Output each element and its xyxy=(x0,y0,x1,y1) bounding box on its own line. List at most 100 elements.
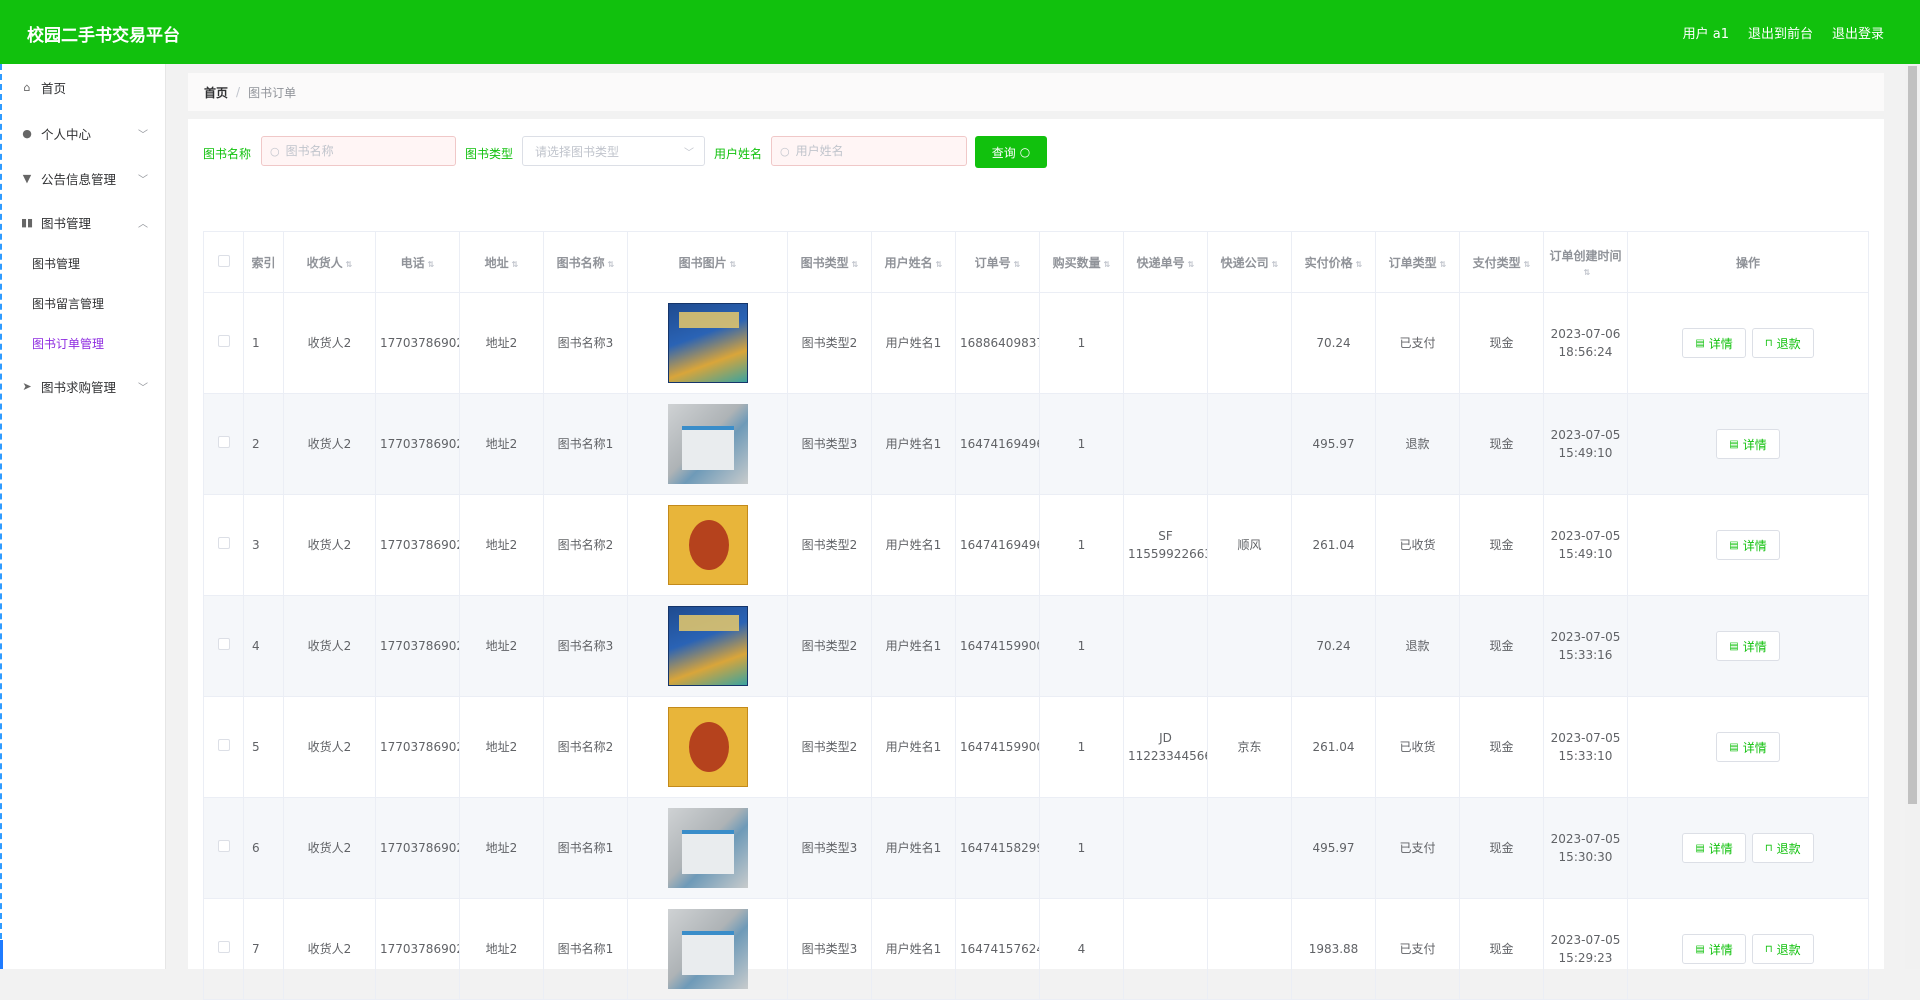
sort-icon[interactable]: ⇅ xyxy=(1524,260,1531,269)
sort-icon[interactable]: ⇅ xyxy=(1014,260,1021,269)
book-cover-image xyxy=(667,404,748,484)
sidebar-subitem-book-orders[interactable]: 图书订单管理 xyxy=(0,330,166,356)
cell-phone: 17703786902 xyxy=(375,696,460,798)
sort-icon[interactable]: ⇅ xyxy=(428,260,435,269)
cell-qty: 1 xyxy=(1039,393,1124,495)
scrollbar-thumb[interactable] xyxy=(1908,66,1917,804)
book-name-input[interactable] xyxy=(283,143,438,159)
cell-index: 7 xyxy=(243,898,284,1000)
row-checkbox[interactable] xyxy=(217,537,230,549)
user-name-search[interactable]: ○ xyxy=(771,136,967,166)
row-checkbox[interactable] xyxy=(217,335,230,347)
book-name-search[interactable]: ○ xyxy=(261,136,456,166)
column-header[interactable]: 电话 ⇅ xyxy=(375,231,460,293)
sort-icon[interactable]: ⇅ xyxy=(852,260,859,269)
detail-button[interactable]: ▤ 详情 xyxy=(1682,934,1746,964)
sort-icon[interactable]: ⇅ xyxy=(1440,260,1447,269)
detail-button[interactable]: ▤ 详情 xyxy=(1716,530,1780,560)
sort-icon[interactable]: ⇅ xyxy=(1104,260,1111,269)
select-all-checkbox[interactable] xyxy=(217,254,230,267)
cell-address: 地址2 xyxy=(459,494,544,596)
cell-address: 地址2 xyxy=(459,393,544,495)
column-header[interactable]: 收货人 ⇅ xyxy=(283,231,376,293)
cell-book-image xyxy=(627,595,788,697)
column-header[interactable]: 图书图片 ⇅ xyxy=(627,231,788,293)
cell-book: 图书名称1 xyxy=(543,898,628,1000)
column-header[interactable]: 订单号 ⇅ xyxy=(955,231,1040,293)
logout-link[interactable]: 退出登录 xyxy=(1832,23,1884,42)
row-checkbox[interactable] xyxy=(217,840,230,852)
back-to-frontend-link[interactable]: 退出到前台 xyxy=(1748,23,1813,42)
sort-icon[interactable]: ⇅ xyxy=(512,260,519,269)
query-button[interactable]: 查询 ○ xyxy=(975,136,1047,168)
cell-book-image xyxy=(627,393,788,495)
detail-button[interactable]: ▤ 详情 xyxy=(1716,732,1780,762)
sidebar-item-home[interactable]: ⌂ 首页 xyxy=(0,72,166,102)
sort-icon[interactable]: ⇅ xyxy=(608,260,615,269)
cell-qty: 1 xyxy=(1039,595,1124,697)
sidebar-subitem-books[interactable]: 图书管理 xyxy=(0,250,166,276)
column-header[interactable]: 图书类型 ⇅ xyxy=(787,231,872,293)
detail-button[interactable]: ▤ 详情 xyxy=(1716,631,1780,661)
cell-actions: ▤ 详情 xyxy=(1627,494,1869,596)
sort-icon[interactable]: ⇅ xyxy=(936,260,943,269)
row-checkbox[interactable] xyxy=(217,638,230,650)
select-all-header[interactable] xyxy=(203,231,244,293)
row-select-cell[interactable] xyxy=(203,696,244,798)
sidebar-item-personal-center[interactable]: ● 个人中心 ﹀ xyxy=(0,118,166,148)
column-header[interactable]: 购买数量 ⇅ xyxy=(1039,231,1124,293)
column-header[interactable]: 支付类型 ⇅ xyxy=(1459,231,1544,293)
column-header[interactable]: 用户姓名 ⇅ xyxy=(871,231,956,293)
sort-icon[interactable]: ⇅ xyxy=(1356,260,1363,269)
cell-order-type: 已支付 xyxy=(1375,292,1460,394)
sort-icon[interactable]: ⇅ xyxy=(346,260,353,269)
book-type-label: 图书类型 xyxy=(465,147,514,161)
search-icon: ○ xyxy=(1019,145,1031,159)
current-user-link[interactable]: 用户 a1 xyxy=(1683,23,1729,42)
send-icon: ➤ xyxy=(22,379,32,393)
cell-address: 地址2 xyxy=(459,898,544,1000)
column-header[interactable]: 订单创建时间⇅ xyxy=(1543,231,1628,293)
breadcrumb-home[interactable]: 首页 xyxy=(204,84,228,101)
sidebar-subitem-book-comments[interactable]: 图书留言管理 xyxy=(0,290,166,316)
page-scrollbar[interactable] xyxy=(1905,64,1920,969)
cell-express-co xyxy=(1207,797,1292,899)
row-select-cell[interactable] xyxy=(203,797,244,899)
cell-user: 用户姓名1 xyxy=(871,696,956,798)
detail-button[interactable]: ▤ 详情 xyxy=(1716,429,1780,459)
row-select-cell[interactable] xyxy=(203,595,244,697)
cell-express-co xyxy=(1207,393,1292,495)
sidebar-item-book-purchase-request[interactable]: ➤ 图书求购管理 ﹀ xyxy=(0,371,166,401)
book-type-select[interactable]: 请选择图书类型 ﹀ xyxy=(522,136,705,166)
row-select-cell[interactable] xyxy=(203,292,244,394)
detail-button[interactable]: ▤ 详情 xyxy=(1682,833,1746,863)
cell-address: 地址2 xyxy=(459,595,544,697)
detail-button[interactable]: ▤ 详情 xyxy=(1682,328,1746,358)
sidebar-item-book-management[interactable]: ▮▮ 图书管理 ︿ xyxy=(0,207,166,237)
column-header[interactable]: 快递公司 ⇅ xyxy=(1207,231,1292,293)
sort-icon[interactable]: ⇅ xyxy=(1272,260,1279,269)
user-name-input[interactable] xyxy=(793,143,948,159)
row-select-cell[interactable] xyxy=(203,898,244,1000)
column-header[interactable]: 快递单号 ⇅ xyxy=(1123,231,1208,293)
column-header[interactable]: 订单类型 ⇅ xyxy=(1375,231,1460,293)
row-select-cell[interactable] xyxy=(203,393,244,495)
row-checkbox[interactable] xyxy=(217,739,230,751)
cell-user: 用户姓名1 xyxy=(871,898,956,1000)
row-select-cell[interactable] xyxy=(203,494,244,596)
refund-button[interactable]: ⊓ 退款 xyxy=(1751,833,1814,863)
refund-button[interactable]: ⊓ 退款 xyxy=(1751,328,1814,358)
sidebar-item-notice-management[interactable]: ▼ 公告信息管理 ﹀ xyxy=(0,163,166,193)
cell-receiver: 收货人2 xyxy=(283,292,376,394)
sort-icon[interactable]: ⇅ xyxy=(1188,260,1195,269)
sort-icon[interactable]: ⇅ xyxy=(1584,268,1591,277)
home-icon: ⌂ xyxy=(23,80,31,94)
row-checkbox[interactable] xyxy=(217,436,230,448)
cell-price: 495.97 xyxy=(1291,393,1376,495)
column-header[interactable]: 地址 ⇅ xyxy=(459,231,544,293)
column-header[interactable]: 图书名称 ⇅ xyxy=(543,231,628,293)
refund-button[interactable]: ⊓ 退款 xyxy=(1751,934,1814,964)
sort-icon[interactable]: ⇅ xyxy=(730,260,737,269)
row-checkbox[interactable] xyxy=(217,941,230,953)
column-header[interactable]: 实付价格 ⇅ xyxy=(1291,231,1376,293)
